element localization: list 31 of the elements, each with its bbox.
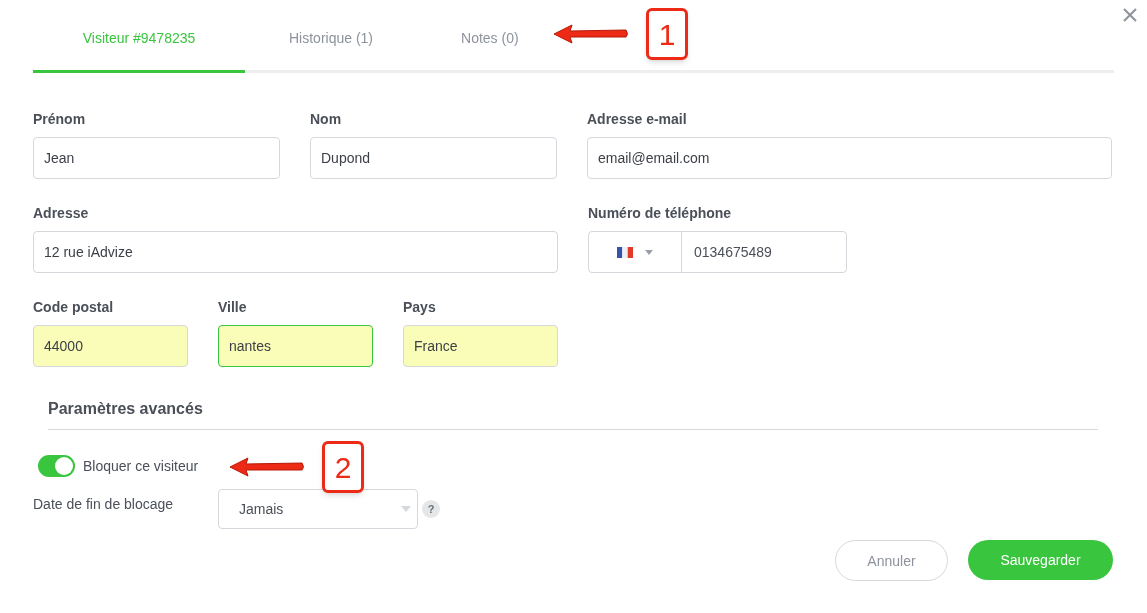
field-label: Nom	[310, 110, 343, 129]
field-label: Ville	[218, 298, 248, 317]
text-field[interactable]: 44000	[33, 325, 188, 367]
caret-icon	[401, 506, 411, 512]
field-label: Date de fin de blocage	[33, 495, 175, 514]
field-label: Code postal	[33, 298, 115, 317]
phone-input[interactable]: 0134675489	[682, 232, 846, 272]
text-field[interactable]: Dupond	[310, 137, 557, 179]
section-title: Paramètres avancés	[48, 400, 203, 417]
field-label: Prénom	[33, 110, 87, 129]
toggle-label: Bloquer ce visiteur	[83, 457, 199, 476]
field-label: Numéro de téléphone	[588, 204, 733, 223]
caret-icon	[645, 249, 653, 255]
help-icon[interactable]: ?	[422, 500, 440, 518]
arrow-icon	[228, 456, 306, 478]
text-field[interactable]: nantes	[218, 325, 373, 367]
text-field[interactable]: 12 rue iAdvize	[33, 231, 558, 273]
field-label: Adresse	[33, 204, 90, 223]
phone-field[interactable]: 0134675489	[588, 231, 847, 273]
field-label: Adresse e-mail	[587, 110, 688, 129]
text-field[interactable]: Jean	[33, 137, 280, 179]
select-field[interactable]: Jamais	[218, 489, 418, 529]
text-field[interactable]: email@email.com	[587, 137, 1112, 179]
arrow-icon	[552, 23, 630, 45]
callout-number: 2	[322, 441, 364, 493]
toggle-switch[interactable]	[38, 455, 75, 477]
text-field[interactable]: France	[403, 325, 558, 367]
field-label: Pays	[403, 298, 437, 317]
close-icon	[1123, 8, 1137, 22]
callout-number: 1	[646, 8, 688, 60]
flag-icon	[617, 246, 633, 258]
